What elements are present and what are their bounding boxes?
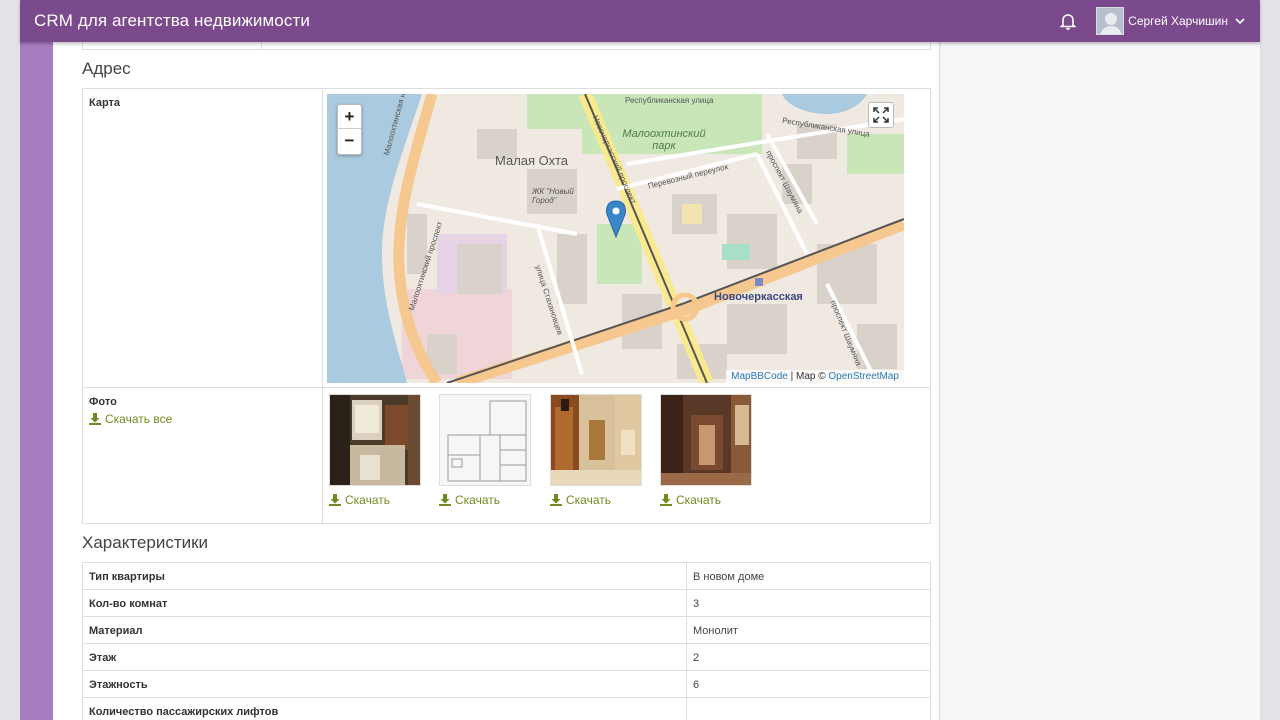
photo-download-text: Скачать (455, 493, 500, 507)
row-value: 6 (693, 679, 700, 691)
map-label-park: Малоохтинский парк (622, 128, 706, 152)
download-icon (89, 413, 101, 425)
previous-table-bottom (82, 42, 931, 50)
map-label-complex: ЖК "Новый Город" (532, 187, 574, 205)
row-key: Тип квартиры (83, 563, 687, 589)
map-label: Карта (89, 97, 121, 109)
download-icon (439, 494, 451, 506)
download-icon (660, 494, 672, 506)
main-content: Адрес Карта Фото Скачать все Малая Охта … (53, 0, 940, 720)
download-all-text: Скачать все (105, 412, 173, 426)
row-key: Этажность (83, 671, 687, 697)
row-value: 3 (693, 598, 700, 610)
photo-download-text: Скачать (676, 493, 721, 507)
row-value (687, 698, 930, 720)
row-value: 2 (693, 652, 700, 664)
map-attribution: MapBBCode | Map © OpenStreetMap (726, 370, 904, 383)
photo-image (440, 395, 530, 485)
user-name[interactable]: Сергей Харчишин (1128, 14, 1228, 28)
table-row: Этажность 6 (83, 671, 930, 698)
osm-link[interactable]: OpenStreetMap (828, 371, 899, 382)
map-widget[interactable]: Малая Охта Малоохтинский парк ЖК "Новый … (327, 94, 904, 383)
photo-image (330, 395, 420, 485)
map-label-street-resp: Республиканская улица (625, 96, 714, 105)
table-row: Количество пассажирских лифтов (83, 698, 930, 720)
photo-download-link-3[interactable]: Скачать (550, 493, 611, 507)
row-value: В новом доме (693, 571, 765, 583)
chevron-down-icon[interactable] (1234, 15, 1246, 27)
zoom-out-button[interactable]: − (338, 129, 361, 153)
row-value: Монолит (693, 625, 738, 637)
user-area: Сергей Харчишин (1058, 7, 1246, 35)
row-key: Количество пассажирских лифтов (83, 698, 687, 720)
fullscreen-icon (873, 107, 889, 123)
download-icon (329, 494, 341, 506)
map-tiles (327, 94, 904, 383)
characteristics-table: Тип квартиры В новом доме Кол-во комнат … (82, 562, 931, 720)
row-key: Этаж (83, 644, 687, 670)
download-icon (550, 494, 562, 506)
avatar[interactable] (1096, 7, 1125, 35)
photo-image (551, 395, 641, 485)
window-edge-left (0, 0, 20, 720)
photo-image (661, 395, 751, 485)
top-navbar: CRM для агентства недвижимости Сергей Ха… (20, 0, 1260, 42)
avatar-placeholder-icon (1100, 13, 1122, 34)
map-zoom-control: + − (337, 104, 362, 155)
download-all-link[interactable]: Скачать все (89, 412, 172, 426)
map-label-district: Малая Охта (495, 153, 569, 168)
photo-download-text: Скачать (345, 493, 390, 507)
photo-download-link-4[interactable]: Скачать (660, 493, 721, 507)
table-row: Материал Монолит (83, 617, 930, 644)
right-panel (941, 0, 1260, 720)
sidebar-collapsed[interactable] (20, 0, 53, 720)
mapbbcode-link[interactable]: MapBBCode (731, 371, 788, 382)
table-row: Тип квартиры В новом доме (83, 563, 930, 590)
map-label-metro: Новочеркасская (714, 291, 803, 303)
photo-thumbnail-kitchen[interactable] (329, 394, 421, 486)
app-title[interactable]: CRM для агентства недвижимости (34, 11, 310, 31)
attribution-separator: | Map © (787, 371, 829, 382)
fullscreen-button[interactable] (868, 102, 894, 128)
photo-download-text: Скачать (566, 493, 611, 507)
row-key: Материал (83, 617, 687, 643)
photo-download-link-2[interactable]: Скачать (439, 493, 500, 507)
photo-label: Фото (89, 396, 117, 408)
zoom-in-button[interactable]: + (338, 105, 361, 129)
photo-thumbnail-corridor[interactable] (660, 394, 752, 486)
photo-thumbnail-hallway[interactable] (550, 394, 642, 486)
row-key: Кол-во комнат (83, 590, 687, 616)
table-row: Этаж 2 (83, 644, 930, 671)
table-row: Кол-во комнат 3 (83, 590, 930, 617)
photo-download-link-1[interactable]: Скачать (329, 493, 390, 507)
window-edge-right (1260, 0, 1280, 720)
bell-icon[interactable] (1058, 11, 1078, 31)
section-title-characteristics: Характеристики (82, 533, 209, 552)
section-title-address: Адрес (82, 59, 131, 78)
photo-thumbnail-floor-plan[interactable] (439, 394, 531, 486)
